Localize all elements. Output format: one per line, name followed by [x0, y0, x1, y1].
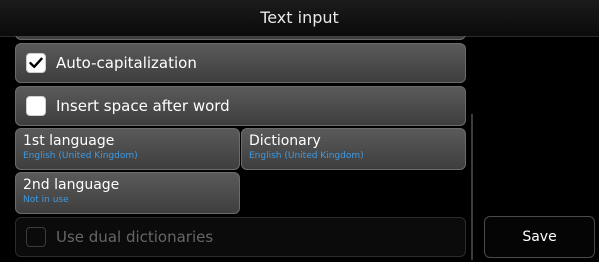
- insert-space-checkbox[interactable]: [26, 96, 46, 116]
- insert-space-row[interactable]: Insert space after word: [15, 86, 466, 126]
- window-title: Text input: [260, 8, 339, 27]
- dictionary-picker[interactable]: Dictionary English (United Kingdom): [241, 128, 466, 170]
- title-bar: Text input: [0, 0, 599, 37]
- dictionary-label: Dictionary: [249, 133, 321, 149]
- dual-dictionaries-label: Use dual dictionaries: [56, 228, 214, 246]
- first-language-label: 1st language: [23, 133, 115, 149]
- settings-panel: Auto-capitalization Insert space after w…: [0, 36, 474, 262]
- second-language-value: Not in use: [23, 195, 69, 205]
- dual-dictionaries-checkbox: [26, 227, 46, 247]
- previous-item-edge: [15, 36, 466, 40]
- first-language-picker[interactable]: 1st language English (United Kingdom): [15, 128, 240, 170]
- dual-dictionaries-row: Use dual dictionaries: [15, 217, 466, 257]
- auto-capitalization-label: Auto-capitalization: [56, 54, 197, 72]
- auto-capitalization-checkbox[interactable]: [26, 53, 46, 73]
- insert-space-label: Insert space after word: [56, 97, 230, 115]
- first-language-value: English (United Kingdom): [23, 151, 138, 161]
- checkmark-icon: [29, 57, 43, 68]
- second-language-picker[interactable]: 2nd language Not in use: [15, 172, 240, 214]
- auto-capitalization-row[interactable]: Auto-capitalization: [15, 43, 466, 83]
- second-language-label: 2nd language: [23, 177, 120, 193]
- dictionary-value: English (United Kingdom): [249, 151, 364, 161]
- scrollbar[interactable]: [471, 114, 473, 260]
- save-button[interactable]: Save: [484, 216, 595, 258]
